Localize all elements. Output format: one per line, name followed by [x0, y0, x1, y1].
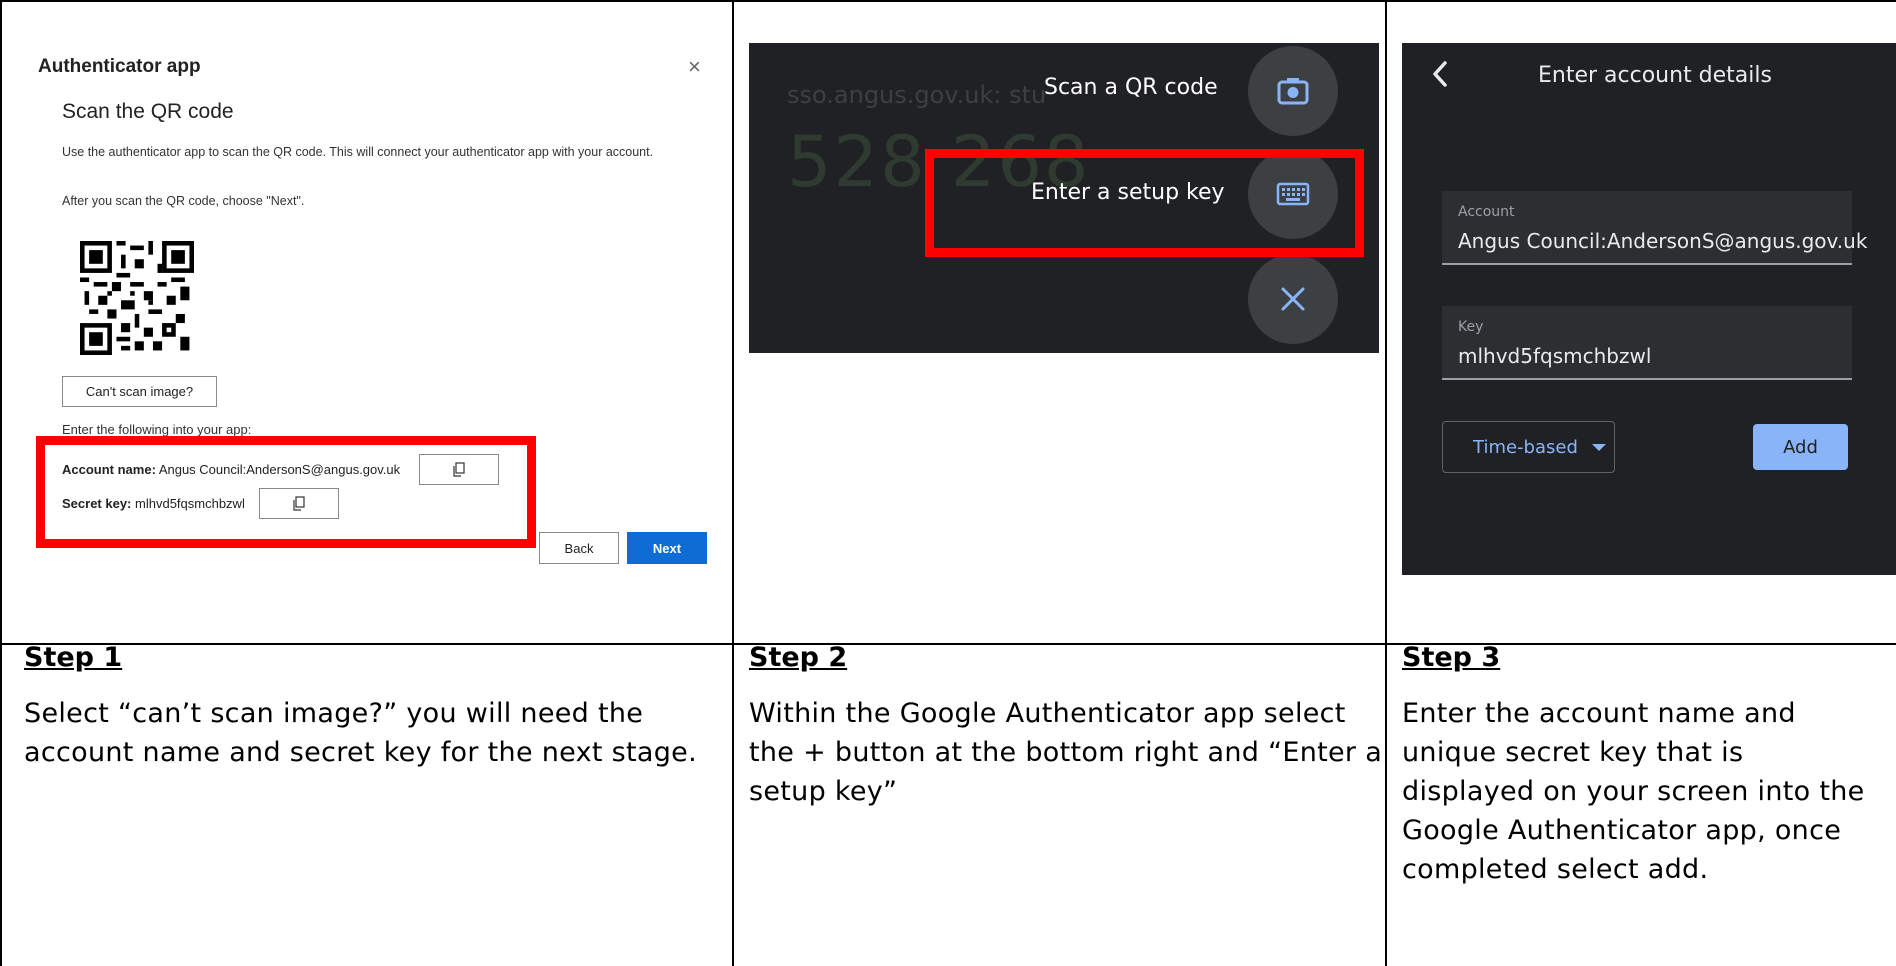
- account-field-value: Angus Council:AndersonS@angus.gov.uk: [1458, 229, 1868, 253]
- close-icon[interactable]: ×: [688, 54, 701, 80]
- dropdown-caret-icon: [1591, 443, 1606, 451]
- enter-account-details-screen: Enter account details Account Angus Coun…: [1402, 43, 1896, 575]
- step-1-title: Step 1: [24, 642, 123, 673]
- dialog-description: Use the authenticator app to scan the QR…: [62, 145, 654, 159]
- step-1-text: Select “can’t scan image?” you will need…: [24, 698, 697, 768]
- close-menu-button[interactable]: [1248, 254, 1338, 344]
- account-field[interactable]: Account Angus Council:AndersonS@angus.go…: [1442, 191, 1867, 265]
- table-border-left: [0, 0, 2, 966]
- step-3-text: Enter the account name and unique secret…: [1402, 698, 1865, 885]
- back-button[interactable]: Back: [539, 532, 619, 564]
- highlight-box-setup-key: [925, 149, 1364, 257]
- scan-qr-label[interactable]: Scan a QR code: [1044, 75, 1218, 100]
- key-field-label: Key: [1458, 319, 1484, 335]
- key-field[interactable]: Key mlhvd5fqsmchbzwl: [1442, 306, 1852, 380]
- step-2-text: Within the Google Authenticator app sele…: [749, 698, 1383, 807]
- add-button[interactable]: Add: [1753, 424, 1848, 470]
- dialog-title: Authenticator app: [38, 56, 201, 77]
- enter-following-label: Enter the following into your app:: [62, 422, 252, 437]
- key-field-value: mlhvd5fqsmchbzwl: [1458, 344, 1652, 368]
- back-arrow-icon[interactable]: [1426, 59, 1456, 89]
- dialog-subtitle: Scan the QR code: [62, 100, 234, 123]
- step-3-title: Step 3: [1402, 642, 1501, 673]
- key-type-dropdown[interactable]: Time-based: [1442, 421, 1615, 473]
- account-field-label: Account: [1458, 204, 1515, 220]
- table-column-divider-2: [1385, 0, 1387, 966]
- step-2-title: Step 2: [749, 642, 848, 673]
- close-icon: [1281, 287, 1305, 311]
- scan-qr-button[interactable]: [1248, 46, 1338, 136]
- cant-scan-image-button[interactable]: Can't scan image?: [62, 376, 217, 407]
- background-account-url: sso.angus.gov.uk: stu: [787, 81, 1047, 109]
- next-button[interactable]: Next: [627, 532, 707, 564]
- after-scan-note: After you scan the QR code, choose "Next…: [62, 194, 305, 208]
- table-row-divider: [0, 643, 1896, 645]
- table-column-divider-1: [732, 0, 734, 966]
- key-type-value: Time-based: [1473, 436, 1578, 458]
- highlight-box-account-details: [36, 436, 536, 548]
- camera-icon: [1277, 78, 1309, 105]
- qr-code: [80, 241, 194, 355]
- table-border-top: [0, 0, 1896, 2]
- screen-header: Enter account details: [1538, 63, 1772, 88]
